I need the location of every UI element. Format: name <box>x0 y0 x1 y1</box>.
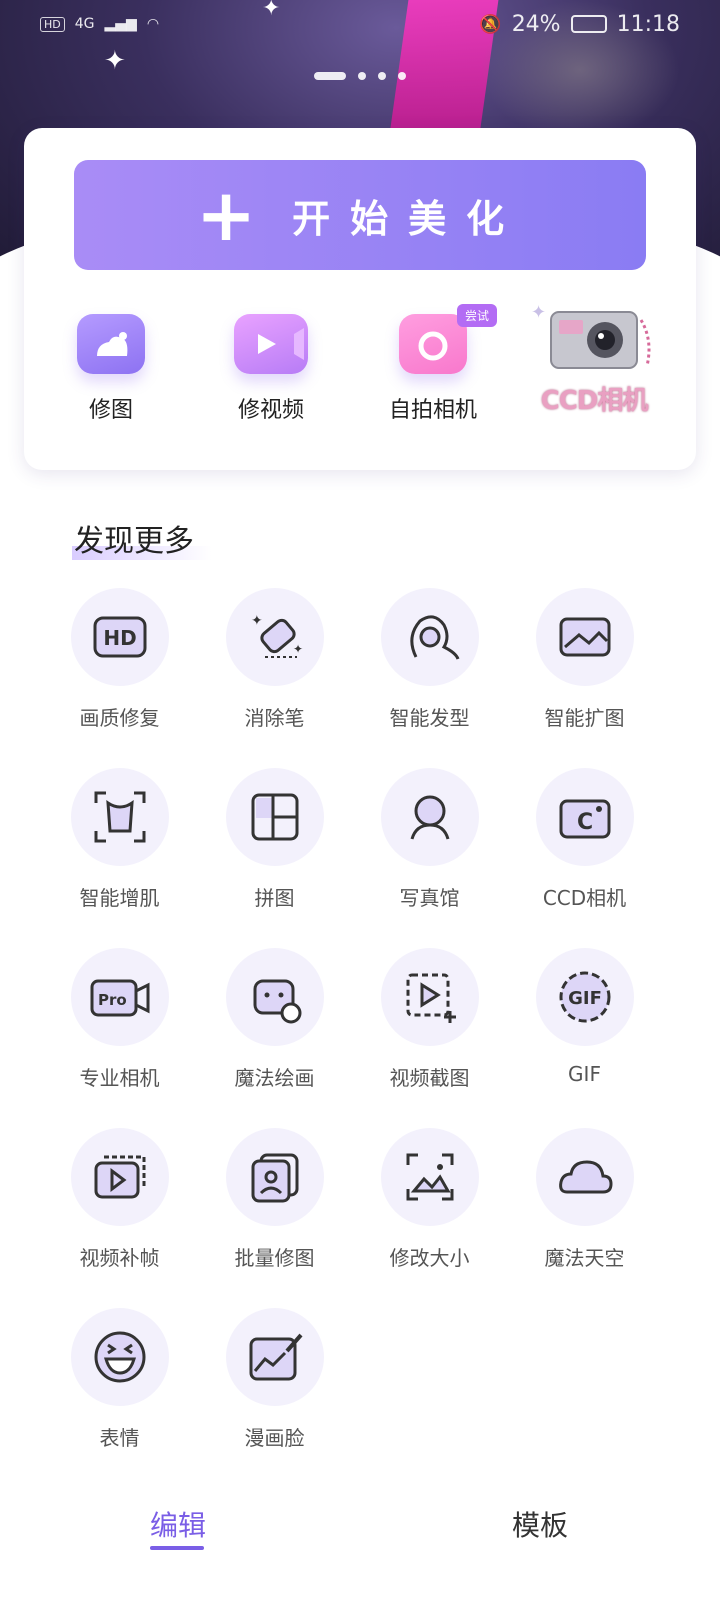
section-title-text: 发现更多 <box>74 524 194 559</box>
batch-edit-icon <box>251 1153 298 1203</box>
svg-text:C: C <box>577 810 593 835</box>
tool-label: CCD相机 <box>542 886 627 910</box>
pager-dot <box>314 72 346 80</box>
tool-label: 智能发型 <box>389 706 470 730</box>
section-title: 发现更多 <box>72 516 212 560</box>
tab-templates[interactable]: 模板 <box>512 1504 568 1544</box>
video-icon <box>234 314 308 374</box>
tool-magic-painting[interactable]: 魔法绘画 <box>197 948 352 1091</box>
quick-actions: 修图 修视频 尝试 自拍相机 ✦ CCD相机 <box>24 302 696 446</box>
tool-magic-sky[interactable]: 魔法天空 <box>507 1128 662 1271</box>
tool-label: 画质修复 <box>79 706 160 730</box>
photo-icon <box>77 314 145 374</box>
main-card: + 开始美化 修图 修视频 尝试 自拍相机 ✦ CCD相机 <box>24 128 696 470</box>
tool-gif[interactable]: GIF GIF <box>507 948 662 1086</box>
quick-action-edit-photo[interactable]: 修图 <box>36 306 186 424</box>
resize-icon <box>406 1153 453 1201</box>
tool-label: 专业相机 <box>79 1066 160 1090</box>
svg-text:Pro: Pro <box>98 991 127 1009</box>
tool-quality-repair[interactable]: HD 画质修复 <box>42 588 197 731</box>
svg-text:✦: ✦ <box>251 613 263 629</box>
hairstyle-icon <box>409 615 459 660</box>
tool-label: 视频截图 <box>389 1066 470 1090</box>
tab-edit[interactable]: 编辑 <box>150 1504 206 1544</box>
tool-label: 漫画脸 <box>244 1426 305 1450</box>
tool-collage[interactable]: 拼图 <box>197 768 352 911</box>
quick-action-label: 修视频 <box>237 398 304 423</box>
pager-dot <box>398 72 406 80</box>
signal-icon: ▂▄▆ <box>104 16 137 32</box>
tool-smart-hairstyle[interactable]: 智能发型 <box>352 588 507 731</box>
tool-ccd-camera[interactable]: C CCD相机 <box>507 768 662 911</box>
tool-label: 魔法天空 <box>544 1246 625 1270</box>
tool-pro-camera[interactable]: Pro 专业相机 <box>42 948 197 1091</box>
tool-label: 魔法绘画 <box>234 1066 315 1090</box>
svg-text:✦: ✦ <box>293 642 303 656</box>
emoji-icon <box>94 1331 145 1383</box>
quick-action-selfie-camera[interactable]: 尝试 自拍相机 <box>358 304 508 424</box>
clock: 11:18 <box>616 11 680 37</box>
svg-text:HD: HD <box>103 626 136 650</box>
svg-text:✦: ✦ <box>531 302 546 323</box>
pager-dot <box>378 72 386 80</box>
signal-label: 4G <box>74 16 95 32</box>
hd-badge: HD <box>40 16 65 32</box>
tool-portrait-studio[interactable]: 写真馆 <box>352 768 507 911</box>
svg-text:GIF: GIF <box>568 988 602 1009</box>
tool-label: 写真馆 <box>399 886 460 910</box>
tool-label: 表情 <box>99 1426 140 1450</box>
hd-icon: HD <box>93 616 146 658</box>
quick-action-label: 修图 <box>88 398 133 423</box>
tool-label: 消除笔 <box>244 706 305 730</box>
tool-label: 拼图 <box>254 886 295 910</box>
tool-eraser[interactable]: ✦ ✦ 消除笔 <box>197 588 352 731</box>
tool-batch-edit[interactable]: 批量修图 <box>197 1128 352 1271</box>
pager-dot <box>358 72 366 80</box>
tool-video-screenshot[interactable]: 视频截图 <box>352 948 507 1091</box>
ccd-icon: C <box>559 799 610 839</box>
status-bar: HD 4G ▂▄▆ ◠ 🔕 24% 11:18 <box>0 0 720 48</box>
quick-action-ccd-camera[interactable]: ✦ CCD相机 <box>529 300 669 430</box>
try-badge: 尝试 <box>456 304 497 327</box>
magic-painting-icon <box>253 979 301 1024</box>
pro-camera-icon: Pro <box>90 979 149 1017</box>
start-beautify-label: 开始美化 <box>292 196 525 241</box>
ccd-camera-icon: ✦ <box>531 302 651 369</box>
active-tab-indicator <box>150 1546 204 1550</box>
quick-action-edit-video[interactable]: 修视频 <box>196 306 346 424</box>
collage-icon <box>251 793 298 841</box>
tool-emoji[interactable]: 表情 <box>42 1308 197 1451</box>
muscle-icon <box>94 791 145 843</box>
video-frame-icon <box>94 1155 145 1199</box>
cloud-icon <box>558 1160 613 1194</box>
banner-pager <box>0 72 720 80</box>
wifi-icon: ◠ <box>146 16 160 32</box>
portrait-studio-icon <box>410 795 449 840</box>
comic-face-icon <box>249 1333 303 1381</box>
tool-video-frame[interactable]: 视频补帧 <box>42 1128 197 1271</box>
video-screenshot-icon <box>406 973 456 1023</box>
tool-comic-face[interactable]: 漫画脸 <box>197 1308 352 1451</box>
battery-icon <box>570 15 607 33</box>
bottom-nav: 编辑 模板 <box>0 1490 720 1600</box>
ccd-camera-label: CCD相机 <box>540 386 649 416</box>
tool-label: 智能扩图 <box>544 706 625 730</box>
gif-icon: GIF <box>559 971 610 1023</box>
battery-percent: 24% <box>511 11 561 37</box>
tool-label: 修改大小 <box>389 1246 470 1270</box>
quick-action-label: 自拍相机 <box>388 398 477 423</box>
mute-icon: 🔕 <box>479 13 502 35</box>
plus-icon: + <box>195 173 257 257</box>
tool-smart-expand[interactable]: 智能扩图 <box>507 588 662 731</box>
start-beautify-button[interactable]: + 开始美化 <box>74 160 646 270</box>
tool-label: 批量修图 <box>234 1246 315 1270</box>
tool-resize[interactable]: 修改大小 <box>352 1128 507 1271</box>
camera-icon: 尝试 <box>399 304 497 374</box>
tool-label: 智能增肌 <box>79 886 160 910</box>
tool-label: 视频补帧 <box>79 1246 160 1270</box>
expand-image-icon <box>559 617 610 657</box>
tool-smart-muscle[interactable]: 智能增肌 <box>42 768 197 911</box>
eraser-icon: ✦✦ <box>251 613 303 658</box>
tool-label: GIF <box>568 1062 601 1086</box>
